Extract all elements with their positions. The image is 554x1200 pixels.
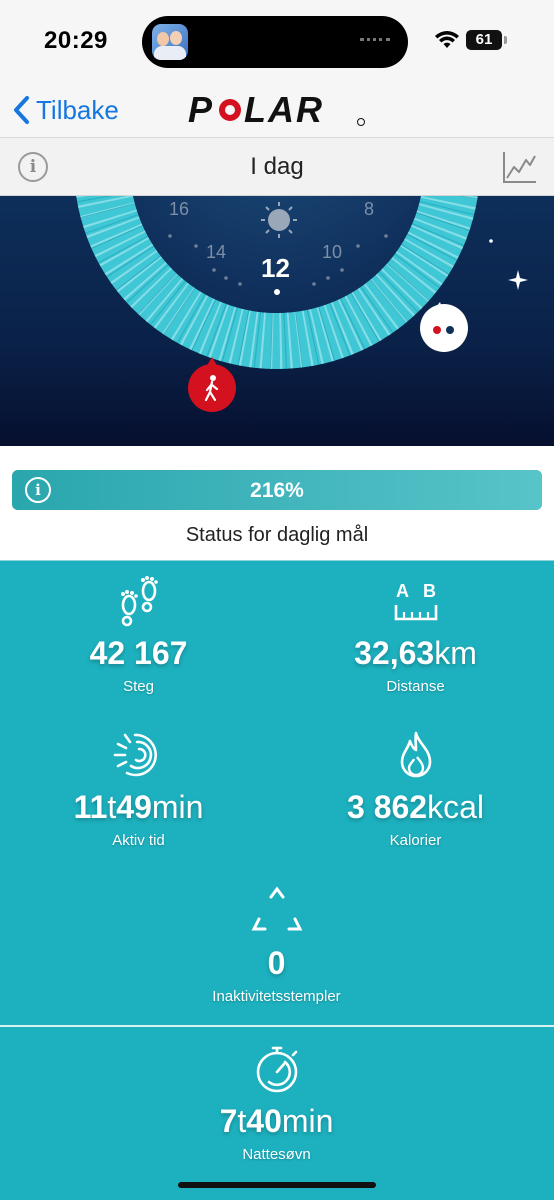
home-indicator[interactable]	[178, 1182, 376, 1188]
section-divider	[0, 1025, 554, 1027]
stopwatch-icon	[256, 1046, 297, 1093]
chevron-left-icon	[14, 96, 29, 124]
status-time: 20:29	[44, 27, 108, 54]
sleep-label: Nattesøvn	[242, 1146, 311, 1163]
stat-sleep[interactable]: 7t40min Nattesøvn	[138, 1043, 415, 1163]
footprints-icon	[120, 576, 158, 627]
active-time-label: Aktiv tid	[112, 832, 165, 849]
stat-active-time[interactable]: 11t49min Aktiv tid	[0, 729, 277, 849]
distance-value: 32,63km	[354, 635, 477, 671]
inactivity-label: Inaktivitetsstempler	[212, 988, 341, 1005]
active-time-value: 11t49min	[73, 789, 204, 825]
svg-text:LAR: LAR	[244, 92, 324, 128]
distance-ruler-icon: A B	[394, 581, 437, 621]
distance-icon-label-a: A	[396, 581, 409, 601]
active-time-icon	[113, 733, 157, 777]
polar-logo: P LAR	[188, 92, 365, 128]
calories-value: 3 862kcal	[347, 789, 484, 825]
back-label: Tilbake	[36, 94, 119, 125]
flame-icon	[400, 731, 431, 778]
inactivity-triangle-icon	[251, 886, 302, 931]
wifi-icon	[435, 31, 459, 48]
hour-label-14: 14	[206, 242, 227, 262]
dynamic-island	[142, 16, 408, 68]
daily-goal-label: Status for daglig mål	[185, 524, 369, 546]
hour-label-12: 12	[261, 253, 290, 283]
back-button[interactable]: Tilbake	[12, 88, 119, 132]
stat-distance[interactable]: A B 32,63km Distanse	[277, 575, 554, 695]
daily-goal-progress-bar[interactable]: i 216%	[12, 470, 542, 510]
hour-label-16: 16	[169, 199, 190, 219]
inactivity-marker-icon[interactable]	[420, 302, 468, 352]
status-bar: 20:29 61	[0, 0, 554, 82]
calories-label: Kalorier	[389, 832, 442, 849]
title-bar: i I dag	[0, 138, 554, 196]
hour-label-10: 10	[322, 242, 343, 262]
stats-panel: 42 167 Steg A B 32,63km Distanse 11t49mi…	[0, 560, 554, 1200]
hour-label-8: 8	[364, 199, 375, 219]
live-activity-app-icon[interactable]	[152, 24, 188, 60]
sleep-value: 7t40min	[219, 1103, 334, 1139]
nav-bar: Tilbake P LAR	[0, 82, 554, 138]
page-title: I dag	[250, 153, 304, 180]
distance-icon-label-b: B	[423, 581, 436, 601]
steps-value: 42 167	[89, 635, 188, 671]
current-time-walker-icon[interactable]	[188, 357, 236, 412]
trend-chart-icon[interactable]	[502, 150, 538, 184]
inactivity-value: 0	[267, 945, 286, 981]
activity-dial[interactable]: 16 14 12 10 8	[0, 196, 554, 446]
stat-inactivity-stamps[interactable]: 0 Inaktivitetsstempler	[138, 885, 415, 1005]
stat-steps[interactable]: 42 167 Steg	[0, 575, 277, 695]
stat-calories[interactable]: 3 862kcal Kalorier	[277, 729, 554, 849]
island-dots	[360, 38, 390, 42]
progress-percent: 216%	[250, 479, 304, 502]
star-icon	[489, 239, 528, 290]
distance-label: Distanse	[386, 678, 445, 695]
svg-text:P: P	[188, 92, 214, 128]
steps-label: Steg	[123, 678, 154, 695]
battery-icon: 61	[466, 30, 507, 50]
